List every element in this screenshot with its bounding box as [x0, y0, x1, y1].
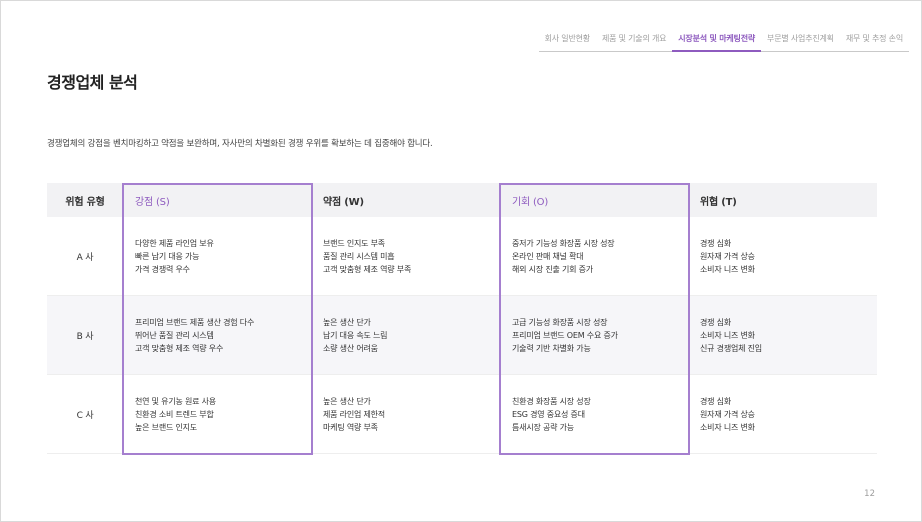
row-label: B 사	[76, 331, 94, 342]
cell-line: 친환경 화장품 시장 성장	[512, 396, 591, 406]
cell-line: 경쟁 심화	[700, 238, 731, 248]
cell-line: ESG 경영 중요성 증대	[512, 409, 585, 419]
table-header-row: 위험 유형 강점 (S) 약점 (W) 기회 (O) 위협 (T)	[47, 183, 877, 217]
slide: 회사 일반현황 제품 및 기술의 개요 시장분석 및 마케팅전략 부문별 사업추…	[0, 0, 922, 522]
cell-line: 높은 브랜드 인지도	[135, 422, 197, 432]
cell-line: 프리미엄 브랜드 OEM 수요 증가	[512, 330, 618, 340]
cell-line: 제품 라인업 제한적	[323, 409, 385, 419]
cell-line: 품질 관리 시스템 미흡	[323, 251, 395, 261]
cell-line: 원자재 가격 상승	[700, 251, 755, 261]
weakness-cell: 높은 생산 단가 납기 대응 속도 느림 소량 생산 어려움	[313, 296, 500, 374]
threat-cell: 경쟁 심화 원자재 가격 상승 소비자 니즈 변화	[690, 217, 877, 295]
cell-line: 소비자 니즈 변화	[700, 330, 755, 340]
nav-tab-financials[interactable]: 재무 및 추정 손익	[839, 31, 909, 52]
cell-line: 소량 생산 어려움	[323, 343, 378, 353]
cell-line: 납기 대응 속도 느림	[323, 330, 388, 340]
nav-tab-company-overview[interactable]: 회사 일반현황	[538, 31, 596, 52]
weakness-cell: 높은 생산 단가 제품 라인업 제한적 마케팅 역량 부족	[313, 375, 500, 453]
cell-line: 친환경 소비 트렌드 부합	[135, 409, 214, 419]
cell-line: 원자재 가격 상승	[700, 409, 755, 419]
cell-line: 천연 및 유기농 원료 사용	[135, 396, 216, 406]
opportunity-cell: 친환경 화장품 시장 성장 ESG 경영 중요성 증대 틈새시장 공략 가능	[500, 375, 690, 453]
header-risk-type: 위험 유형	[65, 196, 105, 208]
weakness-cell: 브랜드 인지도 부족 품질 관리 시스템 미흡 고객 맞춤형 제조 역량 부족	[313, 217, 500, 295]
cell-line: 다양한 제품 라인업 보유	[135, 238, 214, 248]
strength-cell: 프리미엄 브랜드 제품 생산 경험 다수 뛰어난 품질 관리 시스템 고객 맞춤…	[123, 296, 313, 374]
cell-line: 경쟁 심화	[700, 396, 731, 406]
cell-line: 소비자 니즈 변화	[700, 264, 755, 274]
nav-tab-market-analysis[interactable]: 시장분석 및 마케팅전략	[672, 31, 762, 52]
cell-line: 신규 경쟁업체 진입	[700, 343, 762, 353]
header-opportunity: 기회 (O)	[512, 196, 549, 208]
threat-cell: 경쟁 심화 원자재 가격 상승 소비자 니즈 변화	[690, 375, 877, 453]
cell-line: 기술력 기반 차별화 가능	[512, 343, 591, 353]
cell-line: 해외 시장 진출 기회 증가	[512, 264, 593, 274]
cell-line: 고객 맞춤형 제조 역량 부족	[323, 264, 412, 274]
cell-line: 뛰어난 품질 관리 시스템	[135, 330, 214, 340]
header-weakness: 약점 (W)	[323, 196, 364, 208]
cell-line: 높은 생산 단가	[323, 396, 371, 406]
threat-cell: 경쟁 심화 소비자 니즈 변화 신규 경쟁업체 진입	[690, 296, 877, 374]
cell-line: 틈새시장 공략 가능	[512, 422, 574, 432]
row-label: A 사	[76, 252, 94, 263]
nav-tab-business-plan[interactable]: 부문별 사업추진계획	[761, 31, 840, 52]
nav-tab-product-technology[interactable]: 제품 및 기술의 개요	[595, 31, 673, 52]
page-number: 12	[864, 489, 875, 499]
top-navigation: 회사 일반현황 제품 및 기술의 개요 시장분석 및 마케팅전략 부문별 사업추…	[538, 31, 909, 52]
header-threat: 위협 (T)	[700, 196, 737, 208]
page-description: 경쟁업체의 강점을 벤치마킹하고 약점을 보완하며, 자사만의 차별화된 경쟁 …	[47, 139, 433, 149]
cell-line: 온라인 판매 채널 확대	[512, 251, 584, 261]
cell-line: 소비자 니즈 변화	[700, 422, 755, 432]
table-row: A 사 다양한 제품 라인업 보유 빠른 납기 대응 가능 가격 경쟁력 우수 …	[47, 217, 877, 296]
cell-line: 높은 생산 단가	[323, 317, 371, 327]
cell-line: 가격 경쟁력 우수	[135, 264, 190, 274]
strength-cell: 천연 및 유기농 원료 사용 친환경 소비 트렌드 부합 높은 브랜드 인지도	[123, 375, 313, 453]
page-title: 경쟁업체 분석	[47, 73, 138, 92]
header-strength: 강점 (S)	[135, 196, 170, 208]
competitor-swot-table: 위험 유형 강점 (S) 약점 (W) 기회 (O) 위협 (T) A 사 다양…	[47, 183, 877, 454]
cell-line: 브랜드 인지도 부족	[323, 238, 385, 248]
cell-line: 고급 기능성 화장품 시장 성장	[512, 317, 608, 327]
cell-line: 고객 맞춤형 제조 역량 우수	[135, 343, 224, 353]
cell-line: 경쟁 심화	[700, 317, 731, 327]
table-row: C 사 천연 및 유기농 원료 사용 친환경 소비 트렌드 부합 높은 브랜드 …	[47, 375, 877, 454]
cell-line: 프리미엄 브랜드 제품 생산 경험 다수	[135, 317, 255, 327]
cell-line: 중저가 기능성 화장품 시장 성장	[512, 238, 615, 248]
cell-line: 마케팅 역량 부족	[323, 422, 378, 432]
strength-cell: 다양한 제품 라인업 보유 빠른 납기 대응 가능 가격 경쟁력 우수	[123, 217, 313, 295]
cell-line: 빠른 납기 대응 가능	[135, 251, 200, 261]
opportunity-cell: 고급 기능성 화장품 시장 성장 프리미엄 브랜드 OEM 수요 증가 기술력 …	[500, 296, 690, 374]
opportunity-cell: 중저가 기능성 화장품 시장 성장 온라인 판매 채널 확대 해외 시장 진출 …	[500, 217, 690, 295]
row-label: C 사	[76, 410, 94, 421]
table-row: B 사 프리미엄 브랜드 제품 생산 경험 다수 뛰어난 품질 관리 시스템 고…	[47, 296, 877, 375]
